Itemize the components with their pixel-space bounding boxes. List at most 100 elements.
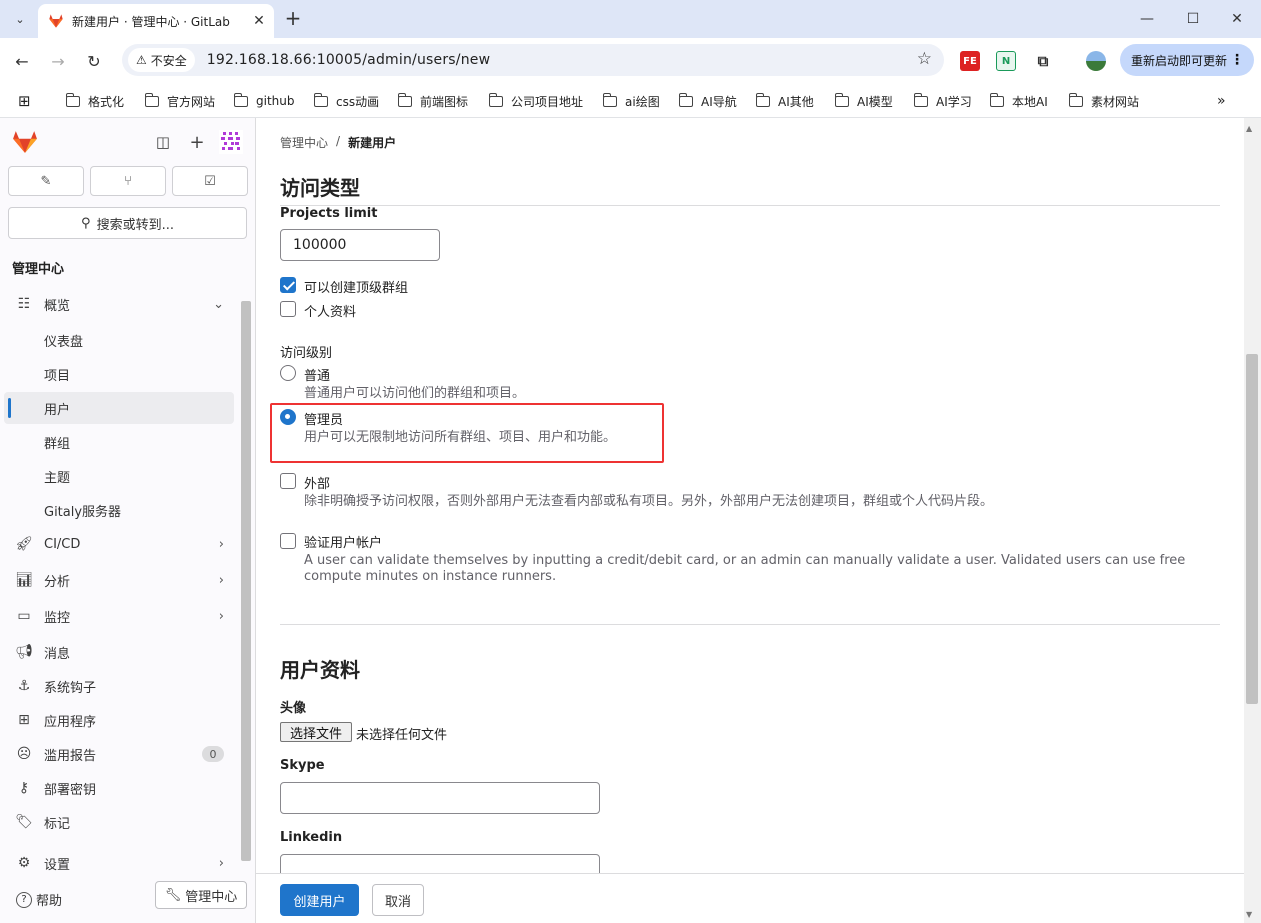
create-new-icon[interactable]: + (187, 132, 207, 153)
issues-button[interactable]: ✎ (8, 166, 84, 196)
merge-requests-button[interactable]: ⑂ (90, 166, 166, 196)
apps-grid-icon[interactable]: ⊞ (18, 91, 31, 111)
user-avatar[interactable] (219, 130, 243, 154)
maximize-icon[interactable]: ☐ (1178, 8, 1208, 30)
todo-check-icon: ☑ (204, 173, 216, 189)
scroll-down-icon[interactable]: ▼ (1246, 910, 1252, 919)
can-create-group-checkbox[interactable] (280, 277, 296, 293)
sidebar-item-groups[interactable]: 群组 (4, 426, 234, 458)
tab-close-icon[interactable]: ✕ (250, 12, 268, 30)
folder-icon (65, 92, 80, 107)
create-user-button[interactable]: 创建用户 (280, 884, 359, 916)
regular-radio[interactable] (280, 365, 296, 381)
access-level-label: 访问级别 (280, 346, 333, 361)
form-footer: 创建用户 取消 (256, 873, 1244, 923)
sidebar-item-dashboard[interactable]: 仪表盘 (4, 324, 234, 356)
cancel-button[interactable]: 取消 (372, 884, 424, 916)
external-checkbox[interactable] (280, 473, 296, 489)
count-badge: 0 (202, 746, 224, 762)
sidebar-item-overview[interactable]: ☷ 概览 ⌄ (4, 288, 234, 320)
sidebar-item-projects[interactable]: 项目 (4, 358, 234, 390)
minimize-icon[interactable]: — (1132, 8, 1162, 30)
sidebar-item-system-hooks[interactable]: ⚓︎ 系统钩子 (4, 670, 234, 702)
help-button[interactable]: ? 帮助 (16, 890, 62, 909)
address-bar[interactable]: ⚠ 不安全 192.168.18.66:10005/admin/users/ne… (122, 44, 944, 76)
projects-limit-input[interactable]: 100000 (280, 229, 440, 261)
bookmark-label: 格式化 (88, 94, 125, 109)
bookmark-item[interactable]: AI模型 (834, 91, 893, 111)
bookmark-star-icon[interactable]: ☆ (917, 49, 932, 69)
bookmark-item[interactable]: css动画 (313, 91, 379, 111)
bookmark-item[interactable]: AI学习 (913, 91, 972, 111)
monitor-icon: ▭ (17, 608, 31, 624)
back-icon[interactable]: ← (10, 49, 34, 73)
search-button[interactable]: ⚲ 搜索或转到... (8, 207, 247, 239)
chevron-right-icon: › (218, 536, 224, 552)
extensions-puzzle-icon[interactable]: ⧉ (1033, 51, 1053, 71)
sidebar-item-cicd[interactable]: 🚀︎ CI/CD › (4, 528, 234, 560)
tab-search-chevron-icon[interactable]: ⌄ (8, 7, 32, 31)
choose-file-button[interactable]: 选择文件 (280, 722, 352, 742)
sidebar-item-applications[interactable]: ⊞ 应用程序 (4, 704, 234, 736)
skype-input[interactable] (280, 782, 600, 814)
n-extension-icon[interactable]: N (996, 51, 1016, 71)
new-tab-button[interactable]: + (282, 6, 304, 30)
sidebar-item-monitoring[interactable]: ▭ 监控 › (4, 600, 234, 632)
scroll-up-icon[interactable]: ▲ (1246, 124, 1252, 133)
bookmark-label: AI导航 (701, 94, 737, 109)
sidebar-item-topics[interactable]: 主题 (4, 460, 234, 492)
more-menu-icon[interactable]: ⋮ (1230, 52, 1244, 68)
update-button[interactable]: 重新启动即可更新 ⋮ (1120, 44, 1254, 76)
sidebar-item-abuse-reports[interactable]: ☹ 滥用报告 0 (4, 738, 234, 770)
bookmark-item[interactable]: ai绘图 (602, 91, 660, 111)
private-profile-checkbox[interactable] (280, 301, 296, 317)
bookmark-item[interactable]: 官方网站 (144, 91, 215, 111)
sidebar-item-gitaly[interactable]: Gitaly服务器 (4, 494, 234, 526)
sidebar-item-settings[interactable]: ⚙ 设置 › (4, 847, 234, 879)
sidebar-item-users[interactable]: 用户 (4, 392, 234, 424)
forward-icon[interactable]: → (46, 49, 70, 73)
close-window-icon[interactable]: ✕ (1222, 8, 1252, 30)
admin-radio[interactable] (280, 409, 296, 425)
validate-account-checkbox[interactable] (280, 533, 296, 549)
bookmark-item[interactable]: 前端图标 (397, 91, 468, 111)
bookmark-item[interactable]: 格式化 (65, 91, 125, 111)
sidebar-item-labels[interactable]: 🏷︎ 标记 (4, 806, 234, 838)
url-text[interactable]: 192.168.18.66:10005/admin/users/new (207, 52, 490, 68)
bookmark-item[interactable]: github (233, 91, 294, 111)
sidebar-item-label: 应用程序 (44, 714, 97, 730)
sidebar-item-label: 标记 (44, 816, 71, 832)
more-bookmarks-icon[interactable]: » (1217, 91, 1226, 111)
reload-icon[interactable]: ↻ (82, 49, 106, 73)
security-chip[interactable]: ⚠ 不安全 (128, 48, 195, 72)
bookmark-item[interactable]: 公司项目地址 (488, 91, 583, 111)
sidebar-item-deploy-keys[interactable]: ⚷ 部署密钥 (4, 772, 234, 804)
sidebar-item-label: 滥用报告 (44, 748, 97, 764)
sidebar-item-label: 监控 (44, 610, 71, 626)
admin-label: 管理员 (304, 413, 344, 428)
bookmark-item[interactable]: AI其他 (755, 91, 814, 111)
validate-help-line-1: A user can validate themselves by inputt… (304, 553, 1186, 568)
sidebar-item-analytics[interactable]: 📊︎ 分析 › (4, 564, 234, 596)
breadcrumb-current: 新建用户 (348, 136, 397, 150)
fe-extension-icon[interactable]: FE (960, 51, 980, 71)
folder-icon (834, 92, 849, 107)
search-placeholder: 搜索或转到... (96, 217, 174, 233)
sidebar-scrollbar[interactable] (241, 301, 251, 861)
bookmark-label: 本地AI (1012, 94, 1048, 109)
toggle-sidebar-icon[interactable]: ◫ (153, 132, 173, 152)
todos-button[interactable]: ☑ (172, 166, 248, 196)
admin-area-button[interactable]: 🔧︎ 管理中心 (155, 881, 247, 909)
gitlab-logo-icon[interactable] (12, 130, 38, 154)
divider (280, 205, 1220, 206)
profile-avatar-icon[interactable] (1086, 51, 1106, 71)
bookmark-item[interactable]: 素材网站 (1068, 91, 1139, 111)
bookmark-item[interactable]: 本地AI (989, 91, 1048, 111)
bookmark-item[interactable]: AI导航 (678, 91, 737, 111)
sidebar-item-messages[interactable]: 📢︎ 消息 (4, 636, 234, 668)
main-scrollbar[interactable] (1246, 354, 1258, 704)
browser-tab[interactable]: 新建用户 · 管理中心 · GitLab ✕ (38, 4, 274, 38)
breadcrumb-parent[interactable]: 管理中心 (280, 134, 328, 151)
bookmark-label: AI其他 (778, 94, 814, 109)
apps-icon: ⊞ (18, 712, 30, 728)
